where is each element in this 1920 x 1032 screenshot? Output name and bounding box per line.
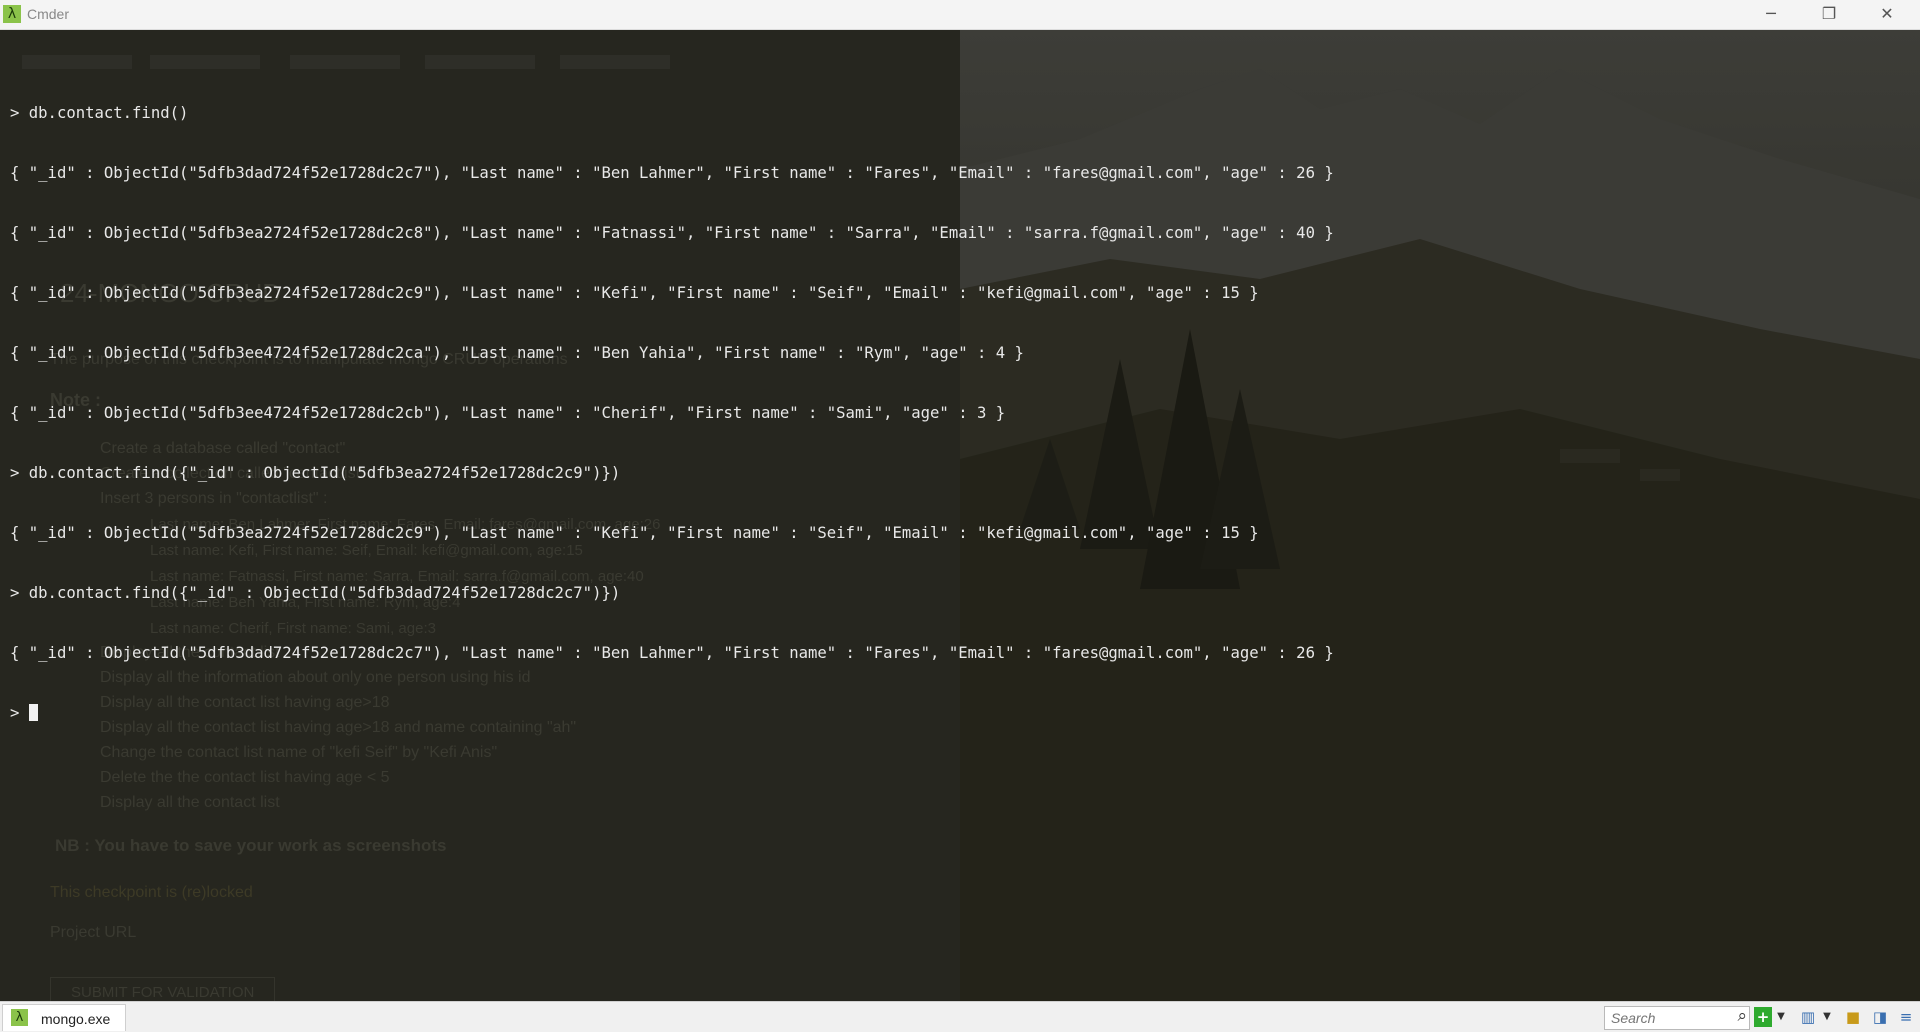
console-line: { "_id" : ObjectId("5dfb3ea2724f52e1728d…: [10, 524, 1259, 542]
dropdown-arrow-icon[interactable]: ▼: [1774, 1007, 1788, 1027]
doc-task: Display all the contact list: [100, 794, 280, 811]
console-line: { "_id" : ObjectId("5dfb3ea2724f52e1728d…: [10, 224, 1334, 242]
close-button[interactable]: ✕: [1858, 0, 1916, 29]
doc-project-url: Project URL: [50, 924, 137, 941]
console-line: { "_id" : ObjectId("5dfb3dad724f52e1728d…: [10, 164, 1334, 182]
dropdown-arrow-icon[interactable]: ▼: [1820, 1007, 1834, 1027]
search-box[interactable]: ⌕: [1604, 1006, 1750, 1030]
console-line: { "_id" : ObjectId("5dfb3ee4724f52e1728d…: [10, 404, 1006, 422]
console-line: { "_id" : ObjectId("5dfb3ee4724f52e1728d…: [10, 344, 1024, 362]
layout-icon[interactable]: ▥: [1798, 1007, 1818, 1027]
text-cursor: [28, 704, 38, 721]
restore-button[interactable]: ❐: [1800, 0, 1858, 29]
add-console-icon[interactable]: +: [1754, 1007, 1772, 1027]
search-icon[interactable]: ⌕: [1737, 1006, 1747, 1026]
menu-icon[interactable]: ≡: [1896, 1007, 1916, 1027]
console-line: > db.contact.find({"_id" : ObjectId("5df…: [10, 584, 621, 602]
split-icon[interactable]: ◨: [1870, 1007, 1890, 1027]
doc-task: Delete the the contact list having age <…: [100, 769, 390, 786]
prompt-symbol: >: [10, 704, 29, 722]
prompt-line[interactable]: >: [10, 703, 1910, 723]
console-tab-mongo[interactable]: λ mongo.exe: [2, 1004, 126, 1031]
window-title: Cmder: [27, 6, 70, 22]
console-line: { "_id" : ObjectId("5dfb3ea2724f52e1728d…: [10, 284, 1259, 302]
lock-icon[interactable]: ■: [1844, 1007, 1862, 1027]
doc-task: Change the contact list name of "kefi Se…: [100, 744, 498, 761]
minimize-button[interactable]: ─: [1742, 0, 1800, 29]
console-line: > db.contact.find(): [10, 104, 189, 122]
title-bar: λ Cmder ─ ❐ ✕: [0, 0, 1920, 30]
console-line: { "_id" : ObjectId("5dfb3dad724f52e1728d…: [10, 644, 1334, 662]
status-bar: λ mongo.exe ⌕ + ▼ ▥ ▼ ■ ◨ ≡: [0, 1001, 1920, 1032]
console-output[interactable]: > db.contact.find() { "_id" : ObjectId("…: [10, 63, 1910, 743]
doc-locked: This checkpoint is (re)locked: [50, 884, 253, 901]
search-input[interactable]: [1609, 1008, 1723, 1028]
console-tab-label: mongo.exe: [41, 1011, 111, 1027]
console-line: > db.contact.find({"_id" : ObjectId("5df…: [10, 464, 621, 482]
cmder-lambda-icon: λ: [3, 5, 21, 23]
doc-nb: NB : You have to save your work as scree…: [55, 836, 447, 855]
cmder-lambda-icon: λ: [11, 1009, 28, 1026]
